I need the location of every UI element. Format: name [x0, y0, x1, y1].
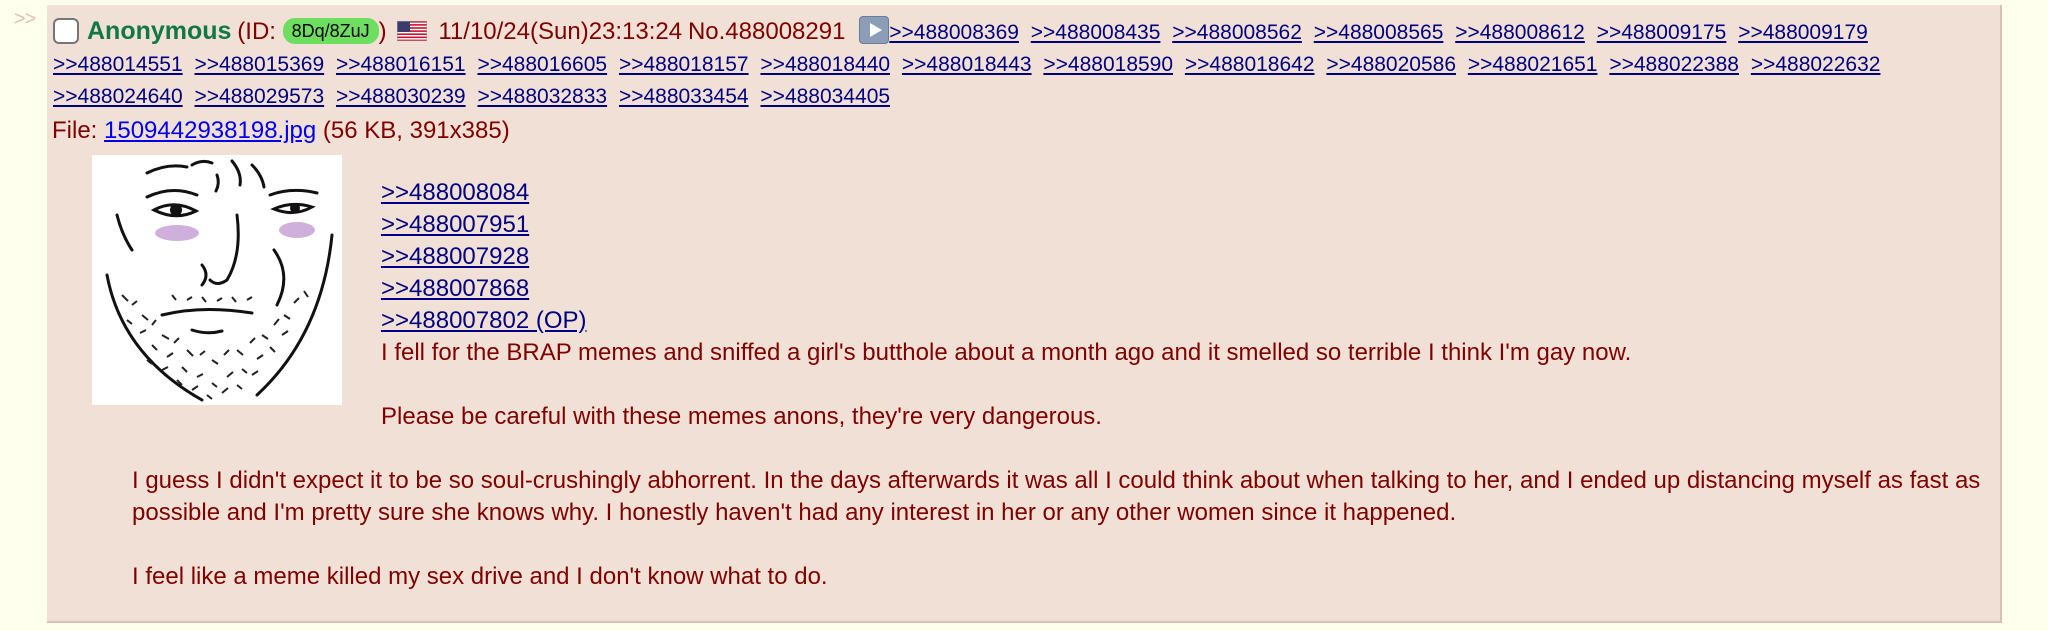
backlink[interactable]: >>488008562	[1172, 21, 1302, 44]
backlink[interactable]: >>488009179	[1738, 21, 1868, 44]
backlink[interactable]: >>488021651	[1468, 53, 1598, 76]
play-icon[interactable]	[859, 16, 890, 44]
backlink[interactable]: >>488015369	[194, 53, 324, 76]
post-datetime: 11/10/24(Sun)23:13:24	[438, 18, 683, 45]
quote-link[interactable]: >>488008084	[381, 177, 587, 209]
backlink[interactable]: >>488009175	[1597, 21, 1727, 44]
post-info: Anonymous (ID: 8Dq/8ZuJ) 11/10/24(Sun)23…	[53, 15, 1988, 113]
quote-link[interactable]: >>488007868	[381, 273, 587, 305]
file-name-link[interactable]: 1509442938198.jpg	[104, 117, 316, 144]
quote-link[interactable]: >>488007951	[381, 209, 587, 241]
backlink[interactable]: >>488034405	[760, 85, 890, 108]
backlink[interactable]: >>488022388	[1609, 53, 1739, 76]
backlink[interactable]: >>488018590	[1043, 53, 1173, 76]
post-message-paragraph: Please be careful with these memes anons…	[381, 403, 1102, 430]
poster-id-wrapper: (ID: 8Dq/8ZuJ)	[237, 18, 387, 45]
file-label: File:	[52, 117, 105, 144]
post-number-link[interactable]: No.488008291	[688, 18, 845, 45]
backlink[interactable]: >>488008435	[1031, 21, 1161, 44]
backlink[interactable]: >>488018157	[619, 53, 749, 76]
backlink[interactable]: >>488022632	[1751, 53, 1881, 76]
backlink[interactable]: >>488020586	[1326, 53, 1456, 76]
backlink[interactable]: >>488018642	[1185, 53, 1315, 76]
backlink[interactable]: >>488014551	[53, 53, 183, 76]
backlink[interactable]: >>488024640	[53, 85, 183, 108]
quote-link-op[interactable]: >>488007802 (OP)	[381, 305, 587, 337]
post-thumbnail[interactable]	[92, 155, 342, 405]
backlink[interactable]: >>488008565	[1314, 21, 1444, 44]
post-message-paragraph: I feel like a meme killed my sex drive a…	[132, 563, 828, 590]
side-marker: >>	[14, 8, 36, 30]
backlink[interactable]: >>488016605	[477, 53, 607, 76]
poster-name: Anonymous	[87, 17, 232, 45]
file-meta: (56 KB, 391x385)	[316, 117, 510, 144]
file-info: File: 1509442938198.jpg (56 KB, 391x385)	[52, 117, 510, 145]
backlink[interactable]: >>488018443	[902, 53, 1032, 76]
backlink[interactable]: >>488033454	[619, 85, 749, 108]
backlink[interactable]: >>488029573	[194, 85, 324, 108]
post-select-checkbox[interactable]	[53, 18, 79, 44]
backlink[interactable]: >>488008369	[889, 21, 1019, 44]
poster-id-prefix: (ID:	[237, 18, 283, 45]
backlink[interactable]: >>488018440	[760, 53, 890, 76]
post-message-paragraph: I fell for the BRAP memes and sniffed a …	[381, 339, 1632, 366]
poster-id-suffix: )	[378, 18, 387, 45]
quote-links: >>488008084 >>488007951 >>488007928 >>48…	[381, 177, 587, 337]
quote-link[interactable]: >>488007928	[381, 241, 587, 273]
post-message-paragraph: I guess I didn't expect it to be so soul…	[132, 467, 1981, 526]
us-flag-icon	[396, 21, 427, 41]
poster-id-badge[interactable]: 8Dq/8ZuJ	[282, 18, 379, 44]
wojak-face-thumbnail	[92, 155, 342, 405]
backlink[interactable]: >>488016151	[336, 53, 466, 76]
reply-post: Anonymous (ID: 8Dq/8ZuJ) 11/10/24(Sun)23…	[47, 5, 2002, 623]
backlink[interactable]: >>488030239	[336, 85, 466, 108]
backlink[interactable]: >>488008612	[1455, 21, 1585, 44]
backlink[interactable]: >>488032833	[477, 85, 607, 108]
